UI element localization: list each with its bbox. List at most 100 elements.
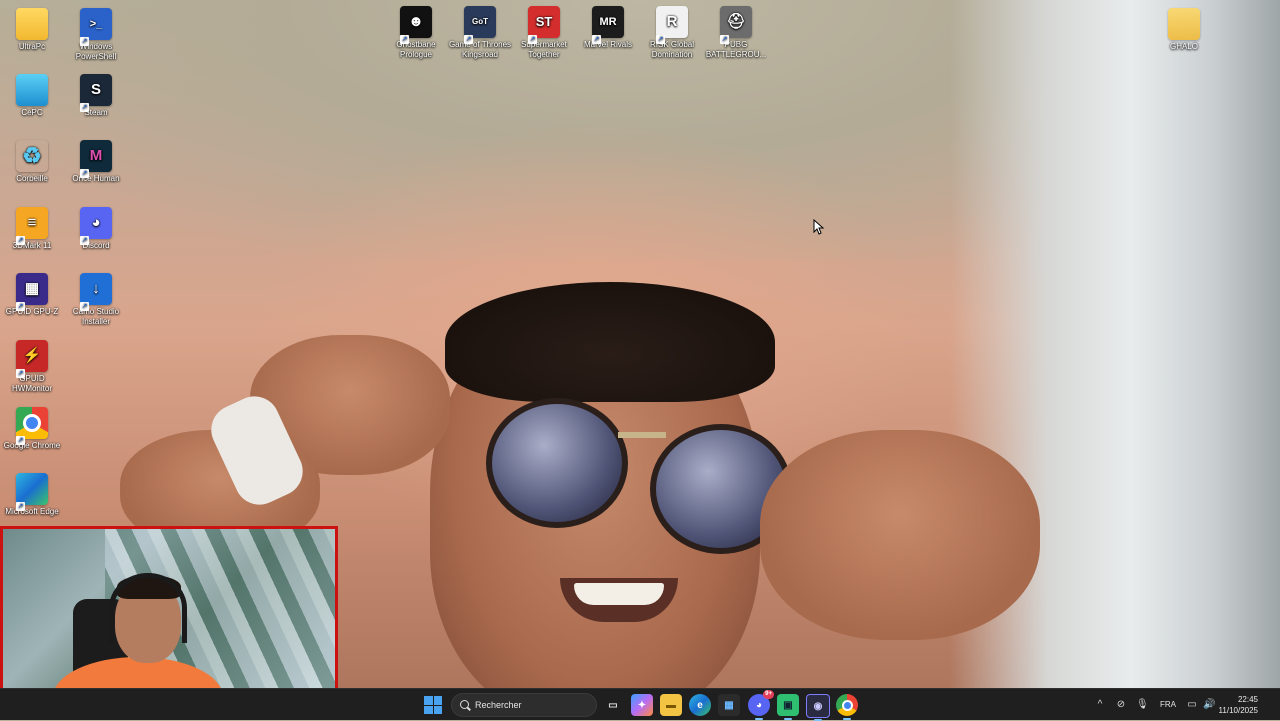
obs-icon[interactable]: ◉ <box>806 694 830 721</box>
desktop-icon-3dmark[interactable]: ≡ 3DMark 11 ↗ <box>0 207 64 251</box>
notification-badge: 9+ <box>763 690 774 699</box>
folder-icon <box>1168 8 1200 40</box>
clock-date: 11/10/2025 <box>1218 706 1258 715</box>
desktop-icon-ghalo[interactable]: GHALO <box>1152 8 1216 52</box>
desktop-icon-label: Microsoft Edge <box>5 507 59 516</box>
shortcut-arrow-icon: ↗ <box>464 35 473 44</box>
pubg-icon: ⛑ <box>720 6 752 38</box>
taskbar-search-box[interactable]: Rechercher <box>451 693 597 717</box>
desktop-icon-label: 3DMark 11 <box>12 241 52 250</box>
desktop-icon-ghostbane[interactable]: ☻ Ghostbane Prologue ↗ <box>384 6 448 60</box>
shortcut-arrow-icon: ↗ <box>528 35 537 44</box>
desktop-icon-marvel-rivals[interactable]: MR Marvel Rivals ↗ <box>576 6 640 50</box>
recycle-bin-icon: ♻ <box>16 140 48 172</box>
this-pc-icon <box>16 74 48 106</box>
desktop-icon-label: Supermarket Together <box>521 40 567 59</box>
desktop-icon-label: CePC <box>21 108 43 117</box>
discord-taskbar-icon[interactable]: ◕ 9+ <box>748 690 774 720</box>
steam-icon: S <box>80 74 112 106</box>
task-view-icon[interactable]: ▭ <box>602 694 624 716</box>
desktop-icon-camo[interactable]: ↓ Camo Studio Installer ↗ <box>64 273 128 327</box>
wallpaper-right-hand <box>760 430 1040 640</box>
chrome-icon <box>16 407 48 439</box>
chrome-center <box>841 699 853 711</box>
gpuz-icon: ▦ <box>16 273 48 305</box>
desktop-icon-label: RISK Global Domination <box>649 40 695 59</box>
desktop-icon-label: Google Chrome <box>3 441 61 450</box>
shortcut-arrow-icon: ↗ <box>80 37 89 46</box>
3dmark-icon: ≡ <box>16 207 48 239</box>
start-button[interactable] <box>424 696 442 714</box>
shortcut-arrow-icon: ↗ <box>16 502 25 511</box>
shortcut-arrow-icon: ↗ <box>80 169 89 178</box>
got-icon: GoT <box>464 6 496 38</box>
desktop-icon-got-kingsroad[interactable]: GoT Game of Thrones Kingsroad ↗ <box>448 6 512 60</box>
windows-logo-icon <box>433 696 442 705</box>
hwmonitor-icon: ⚡ <box>16 340 48 372</box>
wallpaper-hair <box>445 282 775 402</box>
shortcut-arrow-icon: ↗ <box>80 236 89 245</box>
desktop-icon-supermarket-together[interactable]: ST Supermarket Together ↗ <box>512 6 576 60</box>
shortcut-arrow-icon: ↗ <box>16 236 25 245</box>
search-placeholder: Rechercher <box>475 700 522 710</box>
tray-overflow-chevron-icon[interactable]: ^ <box>1094 699 1106 711</box>
taskbar: Rechercher ▭ ✦ ▬ e ▦ ◕ 9+ ▣ ◉ ^ ⊘ 🎙 FRA … <box>0 688 1280 721</box>
risk-icon: R <box>656 6 688 38</box>
shortcut-arrow-icon: ↗ <box>720 35 729 44</box>
desktop-icon-label: Camo Studio Installer <box>72 307 120 326</box>
file-explorer-icon[interactable]: ▬ <box>660 694 682 716</box>
wallpaper-teeth <box>574 583 664 605</box>
desktop-icon-chrome[interactable]: Google Chrome ↗ <box>0 407 64 451</box>
desktop-icon-label: Marvel Rivals <box>583 40 632 49</box>
desktop-icon-edge[interactable]: Microsoft Edge ↗ <box>0 473 64 517</box>
desktop-icon-once-human[interactable]: M Once Human ↗ <box>64 140 128 184</box>
clock-time: 22:45 <box>1237 695 1258 704</box>
desktop-icon-cepc[interactable]: CePC <box>0 74 64 118</box>
desktop-icon-risk[interactable]: R RISK Global Domination ↗ <box>640 6 704 60</box>
microphone-icon[interactable]: 🎙 <box>1136 699 1149 711</box>
store-icon[interactable]: ▦ <box>718 694 740 716</box>
display-icon[interactable]: ▭ <box>1186 699 1198 711</box>
xbox-app-icon[interactable]: ▣ <box>777 694 799 720</box>
desktop-icon-ultrapc[interactable]: UltraPc <box>0 8 64 52</box>
desktop-icon-label: Steam <box>84 108 108 117</box>
desktop-icon-steam[interactable]: S Steam ↗ <box>64 74 128 118</box>
supermarket-icon: ST <box>528 6 560 38</box>
desktop-icon-discord[interactable]: ◕ Discord ↗ <box>64 207 128 251</box>
desktop-icon-label: Once Human <box>72 174 120 183</box>
shortcut-arrow-icon: ↗ <box>16 302 25 311</box>
shortcut-arrow-icon: ↗ <box>656 35 665 44</box>
taskbar-clock[interactable]: 22:45 11/10/2025 <box>1219 694 1258 716</box>
volume-icon[interactable]: 🔊 <box>1203 699 1215 711</box>
shortcut-arrow-icon: ↗ <box>400 35 409 44</box>
shortcut-arrow-icon: ↗ <box>80 103 89 112</box>
discord-icon: ◕ <box>80 207 112 239</box>
desktop-icon-corbeille[interactable]: ♻ Corbeille <box>0 140 64 184</box>
copilot-icon[interactable]: ✦ <box>631 694 653 716</box>
camo-icon: ↓ <box>80 273 112 305</box>
shortcut-arrow-icon: ↗ <box>16 436 25 445</box>
ghostbane-icon: ☻ <box>400 6 432 38</box>
edge-icon <box>16 473 48 505</box>
desktop-icon-hwmonitor[interactable]: ⚡ GPUID HWMonitor ↗ <box>0 340 64 394</box>
folder-icon <box>16 8 48 40</box>
sunglasses-left-lens <box>486 398 628 528</box>
language-indicator[interactable]: FRA <box>1160 689 1176 721</box>
network-icon[interactable]: ⊘ <box>1115 699 1127 711</box>
desktop-icon-label: Corbeille <box>16 174 48 183</box>
desktop-icon-pubg[interactable]: ⛑ PUBG BATTLEGROU... ↗ <box>704 6 768 60</box>
edge-taskbar-icon[interactable]: e <box>689 694 711 716</box>
desktop-icon-label: UltraPc <box>18 42 46 51</box>
once-human-icon: M <box>80 140 112 172</box>
shortcut-arrow-icon: ↗ <box>592 35 601 44</box>
desktop-icon-gpuz[interactable]: ▦ GPUID GPU-Z ↗ <box>0 273 64 317</box>
discord-glyph: ◕ <box>755 699 763 711</box>
powershell-icon: >_ <box>80 8 112 40</box>
desktop-icon-label: Discord <box>82 241 110 250</box>
shortcut-arrow-icon: ↗ <box>16 369 25 378</box>
chrome-taskbar-icon[interactable] <box>836 694 858 720</box>
desktop-icon-powershell[interactable]: >_ Windows PowerShell ↗ <box>64 8 128 62</box>
desktop-icon-label: Game of Thrones Kingsroad <box>448 40 512 59</box>
desktop-icon-label: Windows PowerShell <box>75 42 117 61</box>
sunglasses-bridge <box>618 432 666 438</box>
